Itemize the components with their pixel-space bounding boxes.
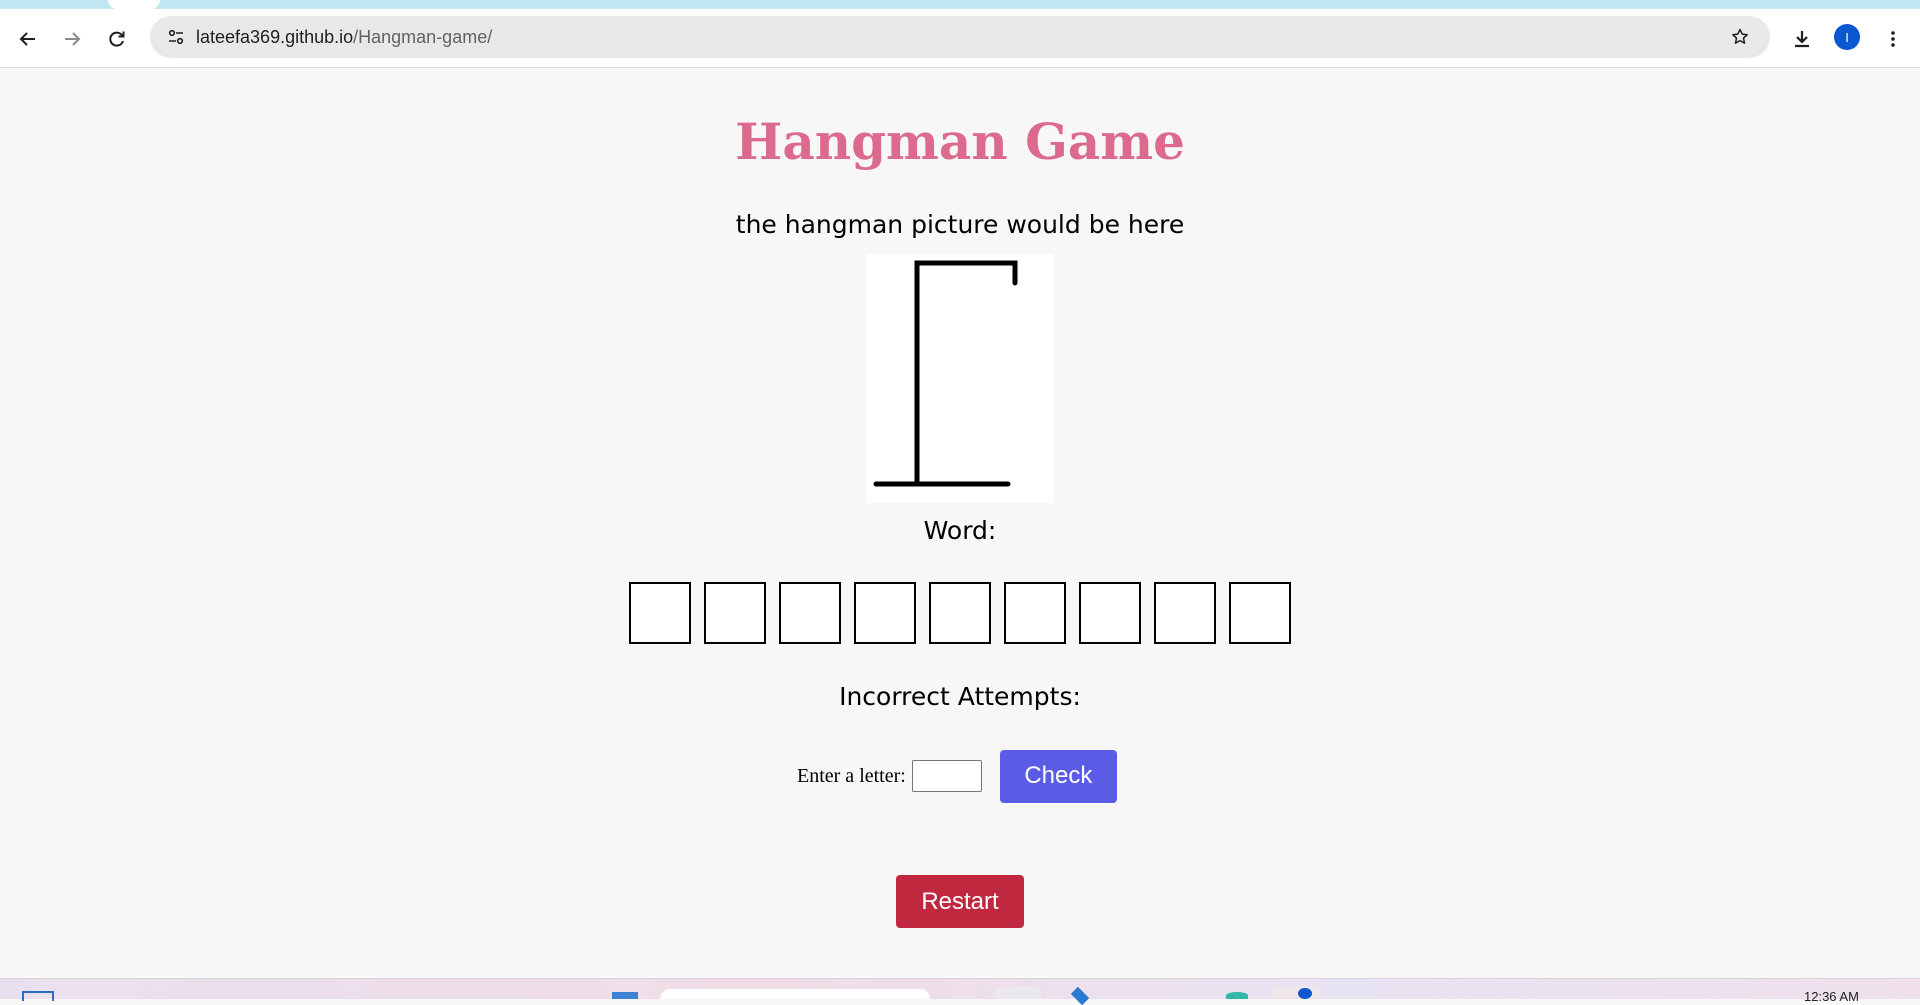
letter-slot (1004, 582, 1066, 644)
reload-button[interactable] (101, 23, 133, 55)
hangman-picture (866, 254, 1054, 503)
picture-caption: the hangman picture would be here (735, 210, 1185, 239)
check-button[interactable]: Check (999, 749, 1117, 803)
back-button[interactable] (12, 23, 44, 55)
letter-input-label: Enter a letter: (797, 764, 906, 787)
letter-input[interactable] (911, 760, 982, 792)
letter-slot (1079, 582, 1141, 644)
bookmark-button[interactable] (1724, 21, 1756, 53)
letter-slot (929, 582, 991, 644)
reload-icon (109, 31, 125, 47)
forward-arrow-icon (65, 32, 81, 46)
site-info-icon (168, 29, 184, 45)
url-path: /Hangman-game/ (353, 27, 493, 47)
restart-button[interactable]: Restart (896, 875, 1024, 928)
guess-form: Enter a letter: Check (797, 748, 1117, 804)
word-label: Word: (923, 516, 997, 545)
forward-button[interactable] (56, 23, 88, 55)
letter-slot (779, 582, 841, 644)
url-text: lateefa369.github.io/Hangman-game/ (196, 27, 492, 48)
downloads-button[interactable] (1786, 23, 1818, 55)
word-slots (629, 582, 1291, 644)
page-title: Hangman Game (735, 112, 1185, 171)
taskbar-app-icon[interactable] (995, 987, 1041, 999)
active-tab-edge (108, 0, 160, 9)
start-icon[interactable] (22, 991, 54, 1001)
os-taskbar: 12:36 AM (0, 978, 1920, 1005)
url-domain: lateefa369.github.io (196, 27, 354, 47)
star-icon (1732, 28, 1748, 44)
taskbar-clock[interactable]: 12:36 AM (1804, 989, 1859, 1004)
address-bar[interactable]: lateefa369.github.io/Hangman-game/ (150, 16, 1770, 58)
profile-initial: I (1845, 29, 1849, 45)
letter-slot (1229, 582, 1291, 644)
browser-toolbar: lateefa369.github.io/Hangman-game/ I (0, 9, 1920, 68)
letter-slot (704, 582, 766, 644)
tab-strip (0, 0, 1920, 9)
gallows-drawing (873, 260, 1018, 487)
back-arrow-icon (19, 32, 35, 46)
profile-avatar[interactable]: I (1834, 24, 1860, 50)
site-info-button[interactable] (160, 21, 192, 53)
taskbar-app-icon[interactable] (1070, 986, 1090, 1005)
letter-slot (629, 582, 691, 644)
menu-button[interactable] (1877, 23, 1909, 55)
incorrect-attempts-label: Incorrect Attempts: (839, 682, 1081, 711)
letter-slot (854, 582, 916, 644)
more-vert-icon (1891, 31, 1895, 47)
download-icon (1795, 31, 1809, 48)
notification-badge (1298, 988, 1312, 999)
letter-slot (1154, 582, 1216, 644)
page-content: Hangman Game the hangman picture would b… (0, 68, 1920, 978)
